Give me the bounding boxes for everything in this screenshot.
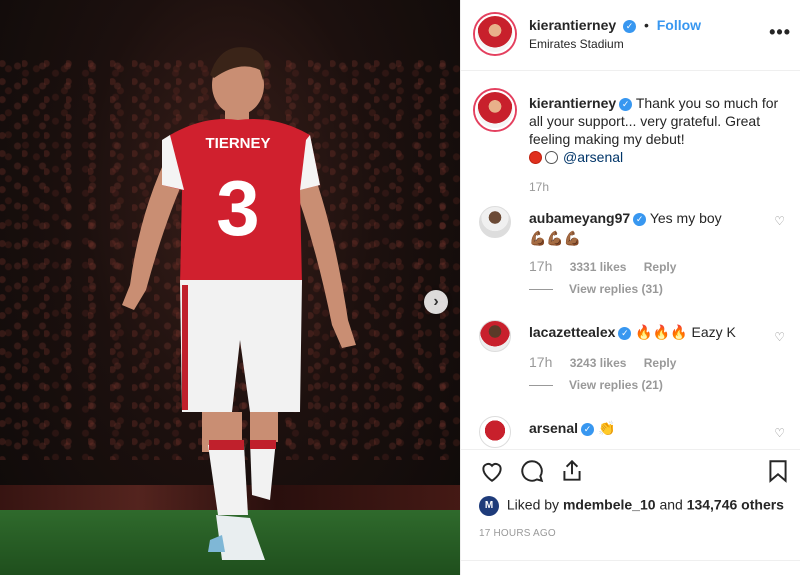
reply-button[interactable]: Reply: [644, 356, 677, 370]
white-circle-emoji-icon: [545, 151, 558, 164]
bookmark-icon[interactable]: [765, 458, 791, 484]
commenter-username[interactable]: lacazettealex: [529, 324, 615, 340]
location-link[interactable]: Emirates Stadium: [529, 37, 624, 51]
commenter-username[interactable]: aubameyang97: [529, 210, 630, 226]
comment-meta: 17h 3243 likes Reply: [529, 354, 676, 370]
commenter-avatar[interactable]: [479, 416, 511, 448]
caption-text: kierantierney ✓ Thank you so much for all…: [529, 94, 784, 166]
post-timestamp[interactable]: 17 HOURS AGO: [479, 528, 556, 539]
footer-divider: [461, 560, 800, 561]
player-figure: TIERNEY 3: [122, 47, 356, 560]
comment-text: aubameyang97 ✓ Yes my boy 💪🏾💪🏾💪🏾: [529, 208, 749, 248]
liker-username[interactable]: mdembele_10: [563, 497, 656, 513]
liked-by-prefix: Liked by: [506, 496, 560, 513]
caption-username[interactable]: kierantierney: [529, 95, 616, 111]
comments-divider: [461, 449, 800, 450]
comment-text: arsenal ✓ 👏: [529, 418, 749, 438]
verified-badge-icon: ✓: [619, 97, 633, 111]
comment-body: Yes my boy: [649, 210, 722, 226]
commenter-avatar[interactable]: [479, 320, 511, 352]
comment-meta: 17h 3331 likes Reply: [529, 258, 676, 274]
commenter-avatar[interactable]: [479, 206, 511, 238]
next-photo-button[interactable]: ›: [424, 290, 448, 314]
caption-time[interactable]: 17h: [529, 180, 549, 194]
red-circle-emoji-icon: [529, 151, 542, 164]
comment-heart-icon[interactable]: ♡: [774, 330, 785, 344]
comment-bubble-icon[interactable]: [519, 458, 545, 484]
post-photo[interactable]: TIERNEY 3 ›: [0, 0, 460, 575]
header-line: kierantierney ✓ • Follow: [529, 17, 701, 33]
caption-avatar[interactable]: [475, 90, 515, 130]
shirt-number: 3: [216, 164, 259, 252]
comment-emoji: 💪🏾💪🏾💪🏾: [529, 230, 582, 246]
follow-button[interactable]: Follow: [657, 17, 701, 33]
liker-avatar[interactable]: M: [479, 496, 499, 516]
likes-summary: M Liked by mdembele_10 and 134,746 other…: [479, 496, 784, 516]
reply-button[interactable]: Reply: [644, 260, 677, 274]
comment-body: 👏: [597, 420, 616, 436]
separator-dot: •: [643, 17, 649, 33]
share-icon[interactable]: [559, 458, 585, 484]
post-header: kierantierney ✓ • Follow Emirates Stadiu…: [475, 12, 791, 56]
comment-time[interactable]: 17h: [529, 354, 552, 370]
likes-connector: and: [659, 496, 683, 513]
comment-heart-icon[interactable]: ♡: [774, 214, 785, 228]
author-avatar[interactable]: [475, 14, 515, 54]
comment-time[interactable]: 17h: [529, 258, 552, 274]
verified-badge-icon: ✓: [618, 326, 632, 340]
comment-body: 🔥🔥🔥 Eazy K: [635, 324, 736, 340]
comment-text: lacazettealex ✓ 🔥🔥🔥 Eazy K: [529, 322, 749, 342]
mention-link[interactable]: @arsenal: [563, 149, 623, 165]
commenter-username[interactable]: arsenal: [529, 420, 578, 436]
more-options-icon[interactable]: •••: [769, 22, 791, 43]
chevron-right-icon: ›: [433, 293, 439, 310]
verified-badge-icon: ✓: [623, 19, 637, 33]
heart-icon[interactable]: [479, 458, 505, 484]
view-replies-button[interactable]: View replies (31): [529, 282, 663, 296]
view-replies-button[interactable]: View replies (21): [529, 378, 663, 392]
action-bar: [475, 458, 791, 490]
verified-badge-icon: ✓: [633, 212, 647, 226]
verified-badge-icon: ✓: [581, 422, 595, 436]
likes-others[interactable]: 134,746 others: [687, 497, 784, 513]
comment-likes[interactable]: 3331 likes: [570, 260, 627, 274]
author-username[interactable]: kierantierney: [529, 17, 616, 33]
comment-heart-icon[interactable]: ♡: [774, 426, 785, 440]
header-divider: [461, 70, 800, 71]
post-sidebar: kierantierney ✓ • Follow Emirates Stadiu…: [460, 0, 800, 575]
comment-likes[interactable]: 3243 likes: [570, 356, 627, 370]
shirt-name: TIERNEY: [205, 135, 270, 152]
